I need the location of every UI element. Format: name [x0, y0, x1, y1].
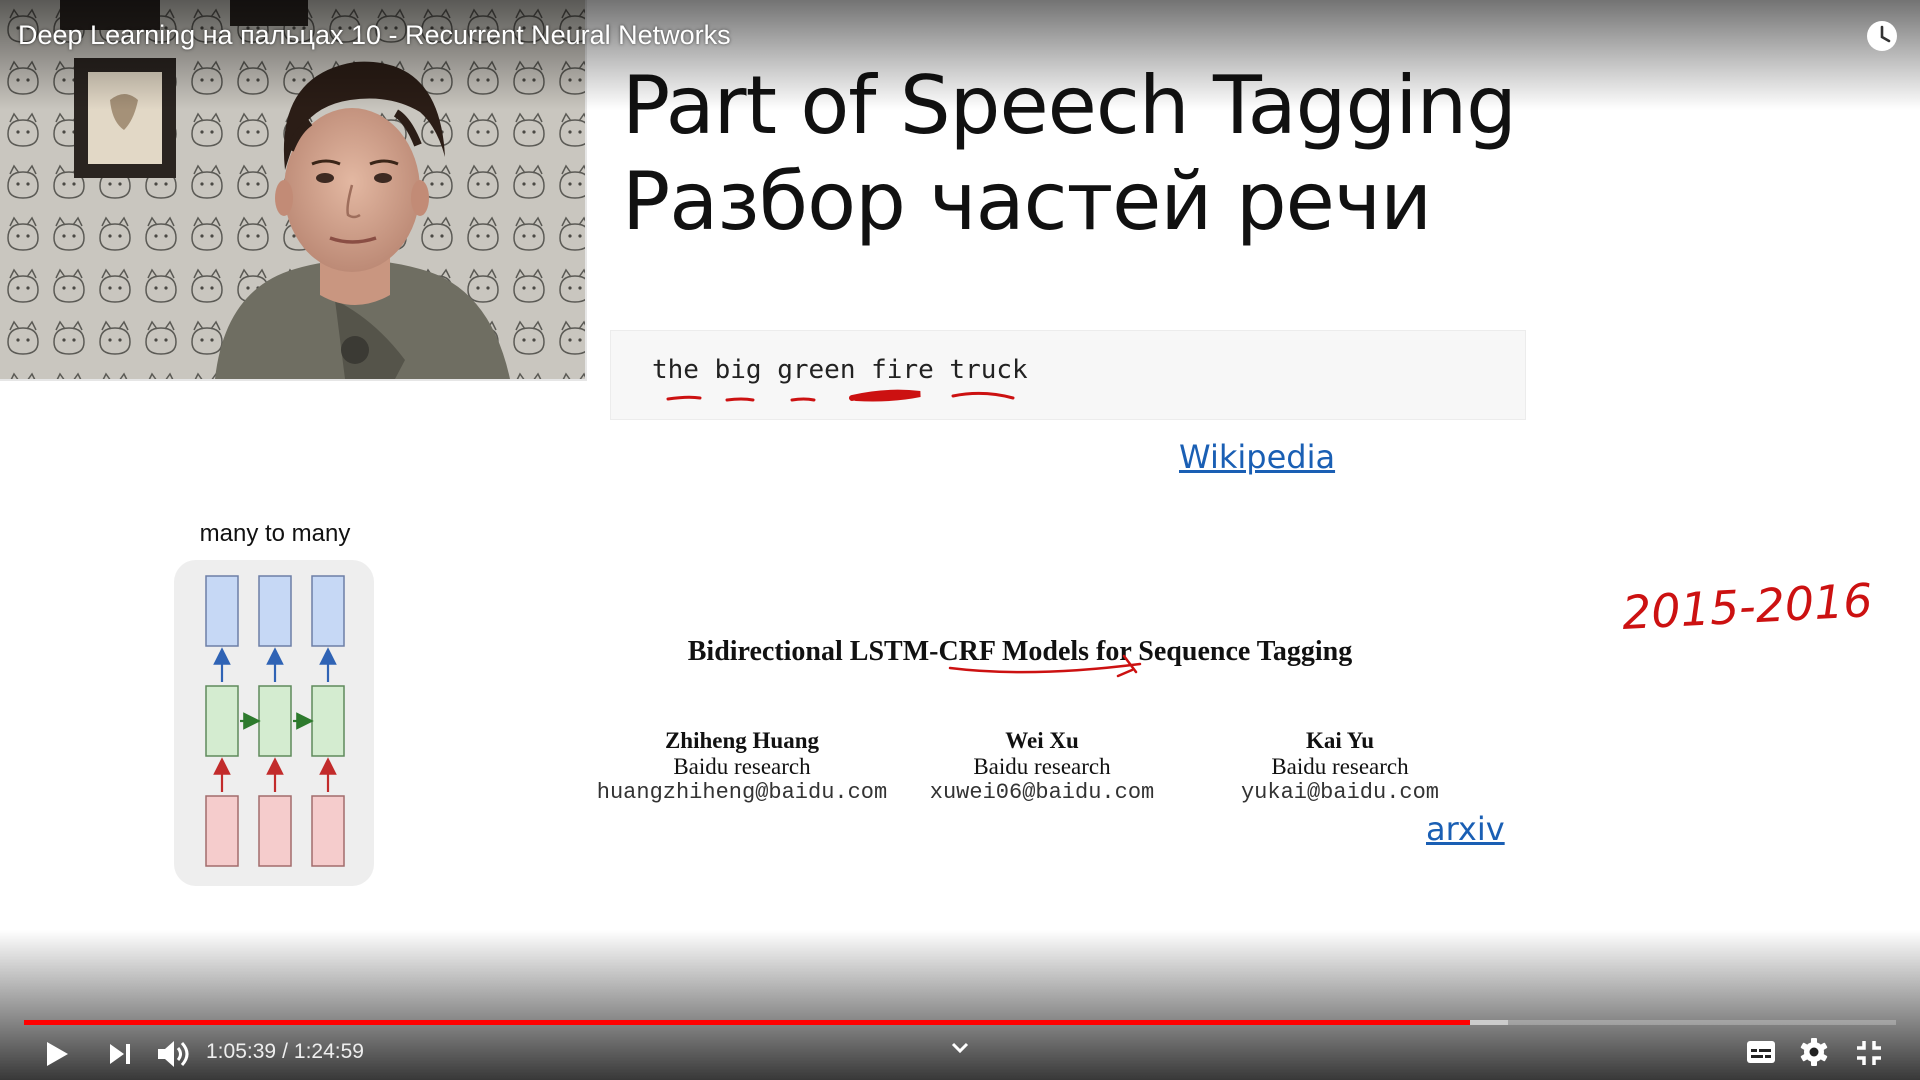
many-to-many-diagram [174, 560, 374, 886]
author-name: Kai Yu [1306, 728, 1374, 753]
duration: 1:24:59 [293, 1040, 364, 1063]
progress-played [24, 1020, 1471, 1025]
exit-fullscreen-icon[interactable] [1856, 1040, 1882, 1066]
paper-title: Bidirectional LSTM-CRF Models for Sequen… [687, 636, 1353, 667]
play-icon[interactable] [44, 1040, 70, 1068]
paper-author: Wei Xu Baidu research xuwei06@baidu.com [872, 728, 1212, 806]
author-email: xuwei06@baidu.com [929, 780, 1155, 805]
author-email: huangzhiheng@baidu.com [596, 780, 888, 805]
paper-author: Zhiheng Huang Baidu research huangzhihen… [572, 728, 912, 806]
input-nodes [205, 795, 345, 867]
author-affiliation: Baidu research [973, 754, 1111, 779]
diagram-label: many to many [199, 520, 351, 547]
paper-author: Kai Yu Baidu research yukai@baidu.com [1170, 728, 1510, 806]
slide-title-russian: Разбор частей речи [622, 155, 1432, 248]
code-example-text: the big green fire truck [652, 355, 1028, 385]
arxiv-link[interactable]: arxiv [1426, 810, 1505, 848]
hidden-nodes [205, 685, 345, 757]
clock-icon[interactable] [1864, 18, 1900, 54]
author-affiliation: Baidu research [1271, 754, 1409, 779]
volume-icon[interactable] [156, 1039, 190, 1069]
chevron-down-icon[interactable] [948, 1040, 972, 1056]
author-affiliation: Baidu research [673, 754, 811, 779]
top-overlay [0, 0, 1920, 110]
pen-strokes [666, 389, 1142, 678]
wikipedia-link[interactable]: Wikipedia [1179, 438, 1335, 476]
author-email: yukai@baidu.com [1240, 780, 1440, 805]
annotation-years: 2015-2016 [1621, 573, 1874, 640]
author-name: Zhiheng Huang [664, 728, 820, 753]
video-title[interactable]: Deep Learning на пальцах 10 - Recurrent … [18, 20, 731, 51]
next-icon[interactable] [108, 1043, 132, 1065]
time-display: 1:05:39/1:24:59 [206, 1040, 364, 1064]
code-example-box: the big green fire truck [610, 330, 1526, 420]
current-time: 1:05:39 [206, 1040, 277, 1063]
time-separator: / [282, 1040, 288, 1063]
output-nodes [205, 575, 345, 647]
author-name: Wei Xu [1005, 728, 1079, 753]
video-frame[interactable]: Part of Speech Tagging Разбор частей реч… [0, 0, 1920, 1080]
gear-icon[interactable] [1800, 1038, 1828, 1066]
subtitles-icon[interactable] [1746, 1040, 1776, 1064]
progress-bar[interactable] [24, 1020, 1896, 1025]
